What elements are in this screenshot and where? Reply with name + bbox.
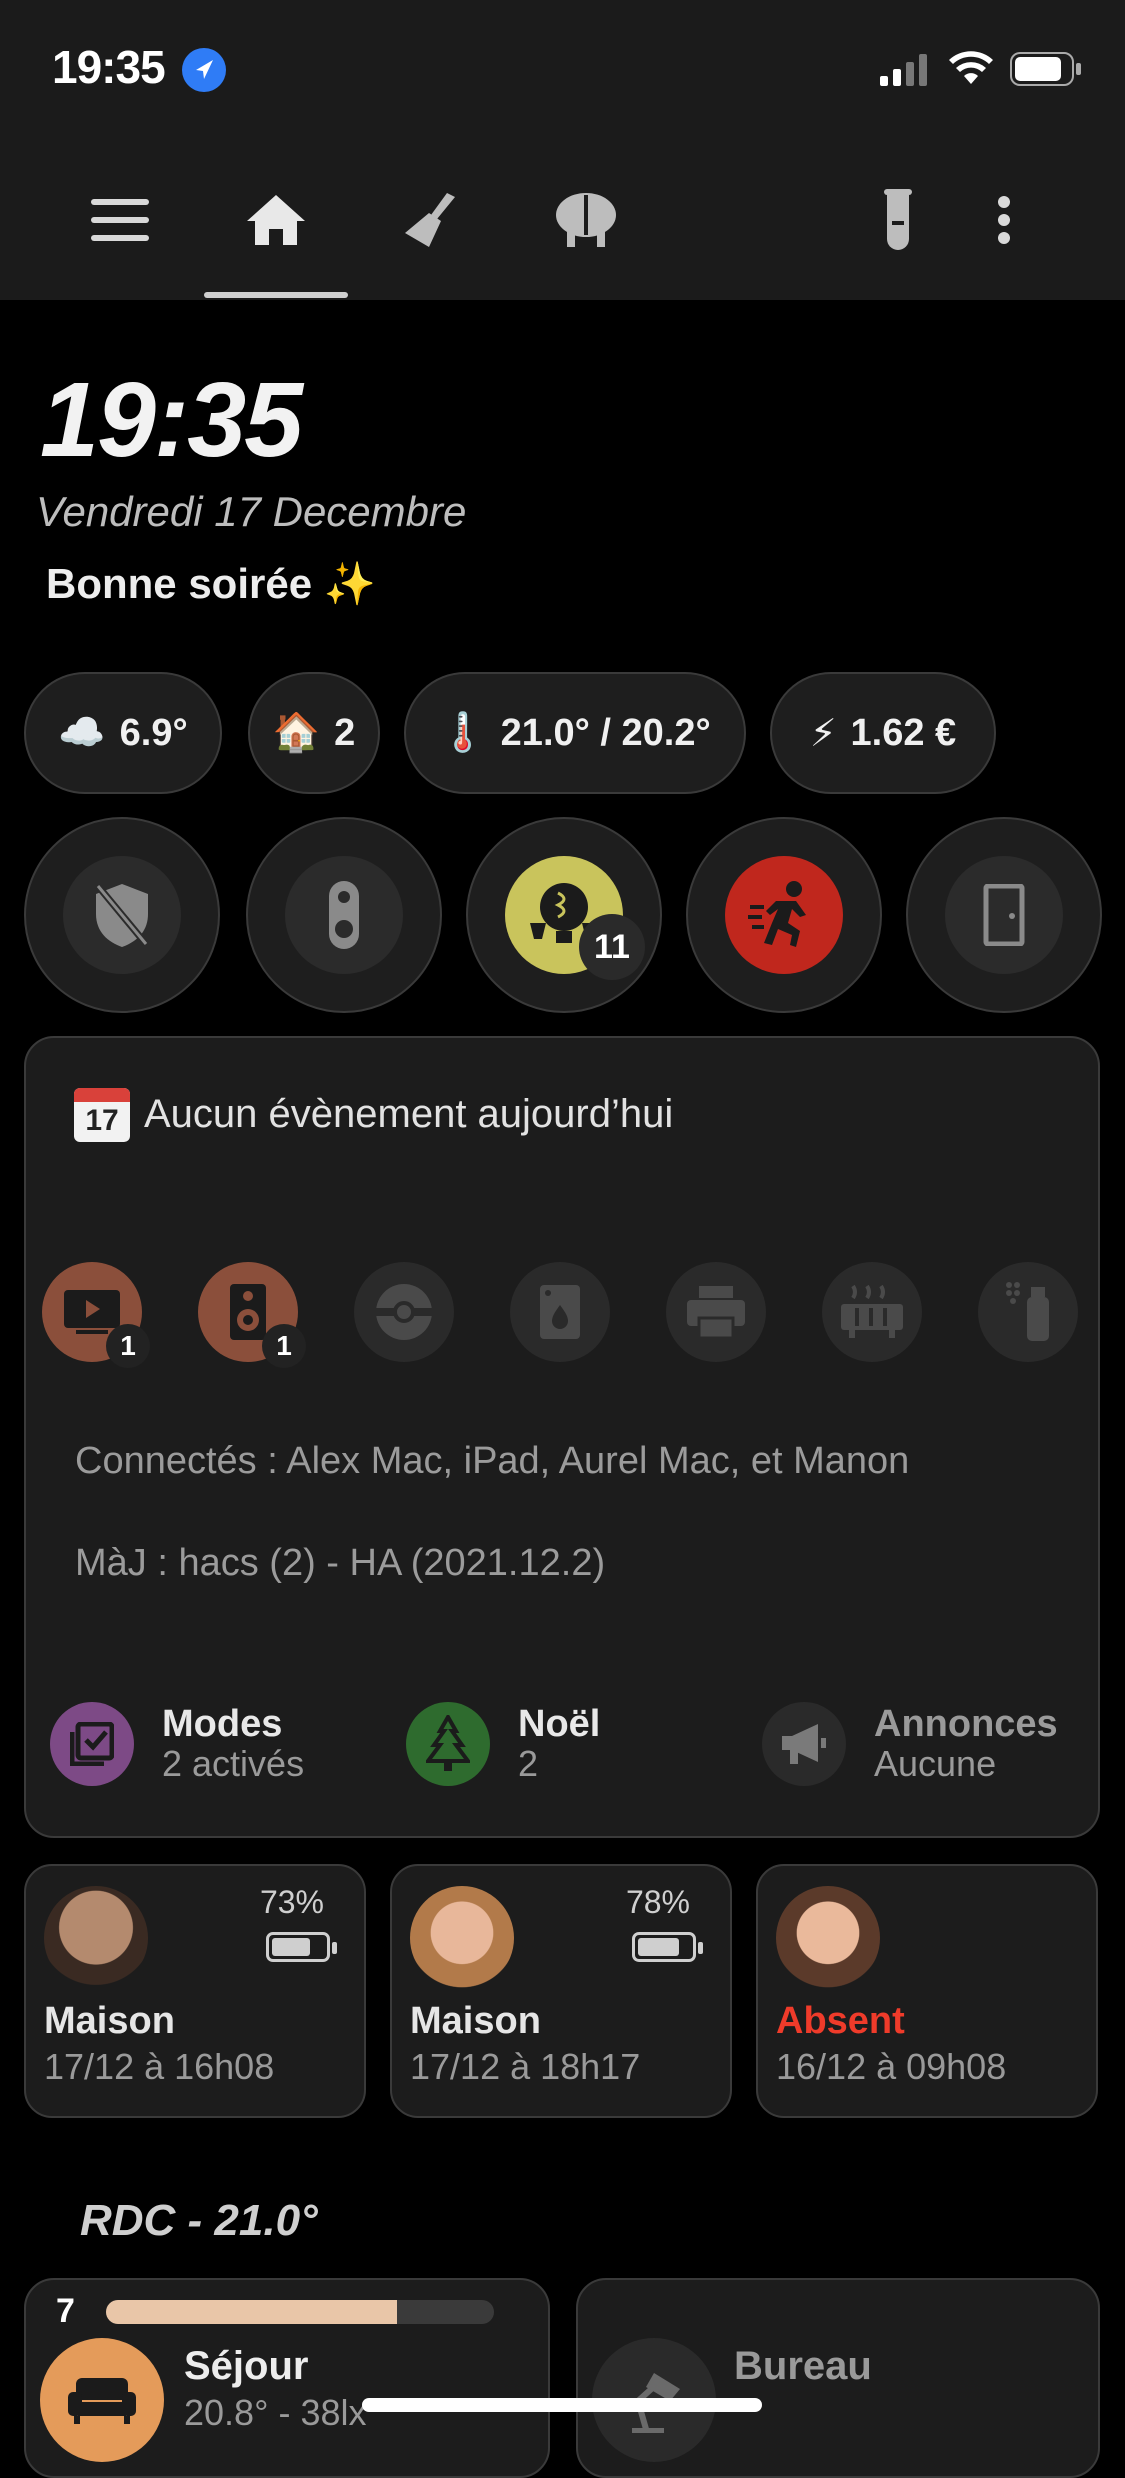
home-indicator[interactable] (362, 2398, 762, 2412)
person-card[interactable]: Absent 16/12 à 09h08 (756, 1864, 1098, 2118)
room-progress (106, 2300, 494, 2324)
floor-title: RDC - 21.0° (80, 2196, 318, 2245)
battery-icon (632, 1932, 703, 1962)
active-tab-indicator (204, 292, 348, 298)
shield-off-icon (63, 856, 181, 974)
lights-button[interactable]: 11 (466, 817, 662, 1013)
door-icon (945, 856, 1063, 974)
presence-chip[interactable]: 🏠 2 (248, 672, 380, 794)
home-icon[interactable] (236, 140, 316, 300)
signal-icon (880, 54, 930, 91)
connected-devices: Connectés : Alex Mac, iPad, Aurel Mac, e… (75, 1440, 910, 1482)
test-tube-icon[interactable] (858, 140, 938, 300)
thermometer-icon: 🌡️ (439, 712, 487, 754)
robot-vacuum-icon[interactable] (354, 1262, 454, 1362)
menu-icon[interactable] (80, 140, 160, 300)
more-icon[interactable] (984, 140, 1024, 300)
activity-button[interactable] (686, 817, 882, 1013)
alarm-button[interactable] (24, 817, 220, 1013)
doorbell-icon (285, 856, 403, 974)
date-label: Vendredi 17 Decembre (36, 488, 467, 535)
avatar (44, 1886, 148, 1990)
sofa-icon (40, 2338, 164, 2462)
doorbell-button[interactable] (246, 817, 442, 1013)
person-card[interactable]: 78% Maison 17/12 à 18h17 (390, 1864, 732, 2118)
running-person-icon (725, 856, 843, 974)
big-clock: 19:35 (40, 361, 303, 479)
speaker-icon[interactable]: 1 (198, 1262, 306, 1368)
weather-chip[interactable]: ☁️ 6.9° (24, 672, 222, 794)
battery-status-icon (1010, 52, 1082, 91)
status-bar: 19:35 (0, 0, 1125, 140)
megaphone-icon (762, 1702, 846, 1786)
avatar (776, 1886, 880, 1990)
greeting: Bonne soirée ✨ (46, 560, 377, 607)
status-time: 19:35 (52, 41, 166, 93)
room-card-sejour[interactable]: 7 Séjour 20.8° - 38lx (24, 2278, 550, 2478)
wifi-icon (948, 50, 994, 91)
lights-count-badge: 11 (579, 914, 645, 980)
door-button[interactable] (906, 817, 1102, 1013)
printer-icon[interactable] (666, 1262, 766, 1362)
checklist-icon (50, 1702, 134, 1786)
temperature-chip[interactable]: 🌡️ 21.0° / 20.2° (404, 672, 746, 794)
lightning-icon: ⚡ (809, 712, 837, 755)
brain-icon[interactable] (546, 140, 626, 300)
announcements-item[interactable]: Annonces Aucune (762, 1702, 1058, 1786)
christmas-tree-icon (406, 1702, 490, 1786)
top-navigation (0, 140, 1125, 300)
bulbs-icon: 11 (505, 856, 645, 980)
modes-item[interactable]: Modes 2 activés (50, 1702, 304, 1786)
house-icon: 🏠 (272, 712, 321, 754)
calendar-icon: 17 (74, 1088, 130, 1142)
spray-icon[interactable] (978, 1262, 1078, 1362)
noel-item[interactable]: Noël 2 (406, 1702, 600, 1786)
cloud-icon: ☁️ (58, 712, 106, 754)
tv-icon[interactable]: 1 (42, 1262, 150, 1368)
updates-line[interactable]: MàJ : hacs (2) - HA (2021.12.2) (75, 1542, 605, 1585)
energy-chip[interactable]: ⚡ 1.62 € (770, 672, 996, 794)
broom-icon[interactable] (390, 140, 470, 300)
calendar-text: Aucun évènement aujourd’hui (144, 1092, 674, 1136)
location-icon (182, 48, 226, 92)
battery-icon (266, 1932, 337, 1962)
person-card[interactable]: 73% Maison 17/12 à 16h08 (24, 1864, 366, 2118)
radiator-icon[interactable] (822, 1262, 922, 1362)
washing-machine-icon[interactable] (510, 1262, 610, 1362)
room-card-bureau[interactable]: Bureau (576, 2278, 1100, 2478)
avatar (410, 1886, 514, 1990)
